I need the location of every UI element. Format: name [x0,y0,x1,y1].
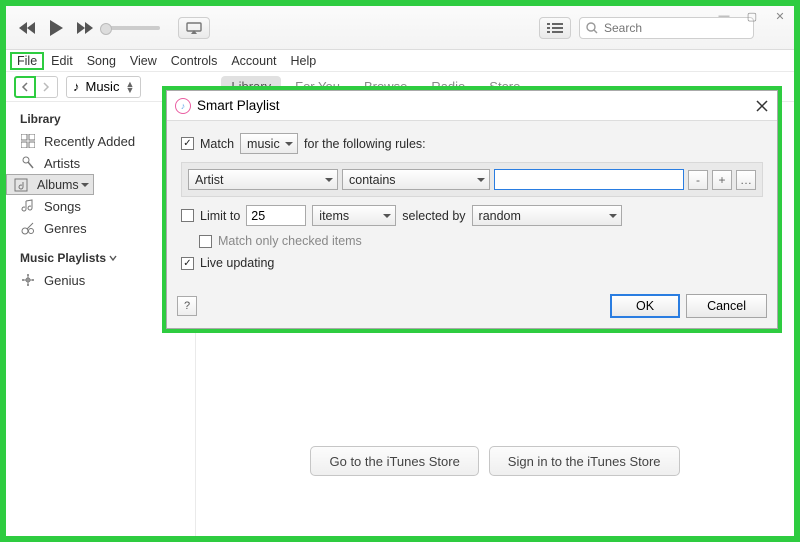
genius-icon [20,272,36,288]
sidebar-item-label: Recently Added [44,134,135,149]
media-selector[interactable]: ♪ Music ▲▼ [66,76,141,98]
match-label: Match [200,137,234,151]
remove-rule-button[interactable]: - [688,170,708,190]
match-suffix-label: for the following rules: [304,137,426,151]
goto-store-button[interactable]: Go to the iTunes Store [310,446,478,476]
nav-forward-button[interactable] [35,77,57,97]
music-note-icon: ♪ [73,79,80,94]
airplay-icon[interactable] [178,17,210,39]
ok-button[interactable]: OK [610,294,680,318]
match-checked-items-label: Match only checked items [218,234,362,248]
sidebar-item-label: Songs [44,199,81,214]
chevron-updown-icon: ▲▼ [125,81,134,93]
limit-value-input[interactable] [246,205,306,226]
album-icon [13,177,29,193]
window-close[interactable]: ✕ [766,6,794,26]
previous-icon[interactable] [16,16,40,40]
menu-controls[interactable]: Controls [164,52,225,70]
menu-account[interactable]: Account [224,52,283,70]
menu-file[interactable]: File [10,52,44,70]
smart-playlist-dialog: ♪ Smart Playlist Match music for the fol… [166,90,778,329]
match-checkbox[interactable] [181,137,194,150]
nest-rule-button[interactable]: … [736,170,756,190]
add-rule-button[interactable]: + [712,170,732,190]
chevron-down-icon [109,254,117,262]
menu-view[interactable]: View [123,52,164,70]
next-icon[interactable] [72,16,96,40]
sidebar-item-albums[interactable]: Albums [6,174,94,195]
window-maximize[interactable]: ▢ [738,6,766,26]
signin-store-button[interactable]: Sign in to the iTunes Store [489,446,680,476]
limit-unit-select[interactable]: items [312,205,396,226]
selected-by-select[interactable]: random [472,205,622,226]
media-selector-label: Music [86,79,120,94]
match-type-select[interactable]: music [240,133,298,154]
volume-slider[interactable] [106,26,160,30]
note-icon [20,198,36,214]
nav-back-button[interactable] [14,76,36,98]
mic-icon [20,155,36,171]
window-minimize[interactable]: — [710,6,738,26]
menu-edit[interactable]: Edit [44,52,80,70]
grid-icon [20,133,36,149]
smart-playlist-icon: ♪ [175,98,191,114]
smart-playlist-dialog-highlight: ♪ Smart Playlist Match music for the fol… [162,86,782,333]
guitar-icon [20,220,36,236]
menu-song[interactable]: Song [80,52,123,70]
rule-row: Artist contains - + … [181,162,763,197]
cancel-button[interactable]: Cancel [686,294,767,318]
sidebar-item-label: Artists [44,156,80,171]
rule-field-select[interactable]: Artist [188,169,338,190]
sidebar-item-label: Genres [44,221,87,236]
sidebar-item-label: Albums [37,178,79,192]
limit-checkbox[interactable] [181,209,194,222]
dialog-titlebar: ♪ Smart Playlist [167,91,777,121]
limit-label: Limit to [200,209,240,223]
live-updating-label: Live updating [200,256,274,270]
list-view-icon[interactable] [539,17,571,39]
help-button[interactable]: ? [177,296,197,316]
search-icon [586,22,598,34]
dialog-close-button[interactable] [753,97,771,115]
menu-bar: File Edit Song View Controls Account Hel… [6,50,794,72]
top-toolbar [6,6,794,50]
sidebar-item-label: Genius [44,273,85,288]
live-updating-checkbox[interactable] [181,257,194,270]
dialog-title: Smart Playlist [197,98,280,113]
play-icon[interactable] [44,16,68,40]
rule-value-input[interactable] [494,169,684,190]
match-checked-items-checkbox[interactable] [199,235,212,248]
menu-help[interactable]: Help [284,52,324,70]
selected-by-label: selected by [402,209,465,223]
close-icon [756,100,768,112]
rule-operator-select[interactable]: contains [342,169,490,190]
